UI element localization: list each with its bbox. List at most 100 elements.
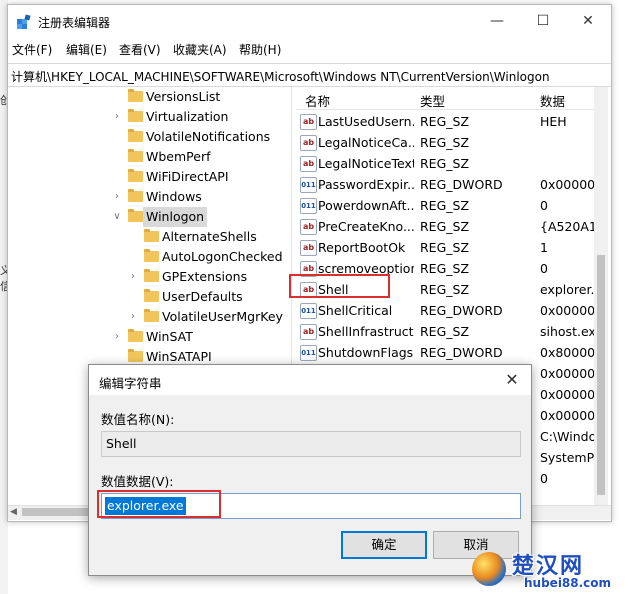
value-name: LegalNoticeText [318,156,414,171]
tree-item[interactable]: ∨ Winlogon [8,207,289,227]
value-name: LastUsedUsern... [318,114,414,129]
list-scroll-thumb[interactable] [597,255,605,495]
tree-item-label: VolatileNotifications [146,129,271,144]
column-header-data[interactable]: 数据 [540,91,565,110]
value-type: REG_SZ [420,324,470,339]
tree-item-label: WbemPerf [146,149,211,164]
tree-item-label: Windows [146,189,202,204]
menu-bar: 文件(F) 编辑(E) 查看(V) 收藏夹(A) 帮助(H) [8,37,611,59]
edit-string-dialog: 编辑字符串 ✕ 数值名称(N): Shell 数值数据(V): explorer… [88,364,532,576]
expand-chevron-icon[interactable]: › [128,307,138,327]
column-header-name[interactable]: 名称 [305,91,330,110]
value-row[interactable]: 011PasswordExpir... REG_DWORD 0x000000 [296,174,594,195]
value-data: 0x000000 [540,408,594,423]
tree-item-label: WiFiDirectAPI [146,169,229,184]
value-name: PreCreateKno... [318,219,414,234]
tree-item-label: VersionsList [146,89,221,104]
tree-item[interactable]: › WinSAT [8,327,289,347]
menu-favorites[interactable]: 收藏夹(A) [173,41,227,58]
menu-edit[interactable]: 编辑(E) [66,41,107,58]
value-data: 0x000000 [540,177,594,192]
binary-value-icon: 011 [300,303,317,319]
folder-icon [128,89,143,102]
value-name: LegalNoticeCa... [318,135,414,150]
minimize-button[interactable]: — [474,5,520,37]
dialog-close-icon[interactable]: ✕ [497,365,527,395]
menu-help[interactable]: 帮助(H) [239,41,281,58]
value-data: 0x000000 [540,387,594,402]
expand-chevron-icon[interactable]: › [112,327,122,347]
tree-item[interactable]: › Windows [8,187,289,207]
menu-file[interactable]: 文件(F) [12,41,52,58]
value-data: HEH [540,114,567,129]
tree-item[interactable]: WbemPerf [8,147,289,167]
value-row[interactable]: 011ShellCritical REG_DWORD 0x000000 [296,300,594,321]
value-type: REG_SZ [420,282,470,297]
folder-icon [128,109,143,122]
tree-item[interactable]: › VolatileUserMgrKey [8,307,289,327]
value-row[interactable]: ab ReportBootOk REG_SZ 1 [296,237,594,258]
tree-item[interactable]: › Virtualization [8,107,289,127]
menu-view[interactable]: 查看(V) [119,41,161,58]
value-row[interactable]: 011 PowerdownAft... REG_SZ 0 [296,195,594,216]
watermark: 楚汉网 hubei88.com [472,546,630,592]
tree-item-label: AlternateShells [162,229,257,244]
value-type: REG_SZ [420,156,470,171]
maximize-button[interactable]: ☐ [520,5,566,37]
value-data: 1 [540,240,548,255]
binary-value-icon: 011 [300,177,317,193]
tree-item-label: Virtualization [146,109,229,124]
folder-icon [144,309,159,322]
tree-item[interactable]: WiFiDirectAPI [8,167,289,187]
value-data: 0 [540,261,548,276]
folder-icon [128,129,143,142]
value-row[interactable]: abShellInfrastruct... REG_SZ sihost.ex [296,321,594,342]
string-value-icon: ab [300,324,317,340]
value-row[interactable]: 011ShutdownFlags REG_DWORD 0x800000 [296,342,594,363]
value-row[interactable]: ab LastUsedUsern... REG_SZ HEH [296,111,594,132]
value-row[interactable]: abPreCreateKno... REG_SZ {A520A1A [296,216,594,237]
tree-item[interactable]: › GPExtensions [8,267,289,287]
expand-chevron-icon[interactable]: › [112,187,122,207]
title-bar[interactable]: 注册表编辑器 — ☐ ✕ [8,5,611,37]
ok-button[interactable]: 确定 [341,531,427,559]
value-data: 0 [540,471,548,486]
value-type: REG_DWORD [420,345,503,360]
collapse-chevron-icon[interactable]: ∨ [112,207,122,227]
value-name-label: 数值名称(N): [101,412,175,427]
value-type: REG_SZ [420,261,470,276]
value-data: explorer. [540,282,594,297]
tree-item-label: WinSAT [146,329,193,344]
address-bar[interactable]: 计算机\HKEY_LOCAL_MACHINE\SOFTWARE\Microsof… [8,63,611,87]
value-data-highlight-box [97,490,221,518]
address-path[interactable]: 计算机\HKEY_LOCAL_MACHINE\SOFTWARE\Microsof… [11,68,550,85]
expand-chevron-icon[interactable]: › [128,267,138,287]
value-type: REG_SZ [420,198,470,213]
column-header-type[interactable]: 类型 [420,91,445,110]
folder-icon [144,269,159,282]
tree-item-label: AutoLogonChecked [162,249,283,264]
watermark-globe-logo [472,552,506,586]
folder-icon [128,169,143,182]
tree-item[interactable]: VolatileNotifications [8,127,289,147]
binary-value-icon: 011 [300,198,317,214]
value-type: REG_SZ [420,114,470,129]
value-name: PowerdownAft... [318,198,414,213]
value-type: REG_SZ [420,219,470,234]
tree-item[interactable]: VersionsList [8,87,289,107]
value-row[interactable]: ab LegalNoticeCa... REG_SZ [296,132,594,153]
regedit-app-icon [17,14,31,29]
value-data: 0 [540,198,548,213]
dialog-title-bar[interactable]: 编辑字符串 ✕ [89,365,531,395]
value-type: REG_SZ [420,135,470,150]
close-button[interactable]: ✕ [565,5,611,37]
expand-chevron-icon[interactable]: › [112,107,122,127]
tree-item[interactable]: AlternateShells [8,227,289,247]
value-data: SystemPr [540,450,594,465]
tree-item[interactable]: UserDefaults [8,287,289,307]
folder-icon [128,189,143,202]
value-row[interactable]: ab LegalNoticeText REG_SZ [296,153,594,174]
tree-item[interactable]: AutoLogonChecked [8,247,289,267]
list-header: 名称 类型 数据 [296,87,594,110]
scroll-left-arrow-icon[interactable]: ◀ [10,507,20,517]
